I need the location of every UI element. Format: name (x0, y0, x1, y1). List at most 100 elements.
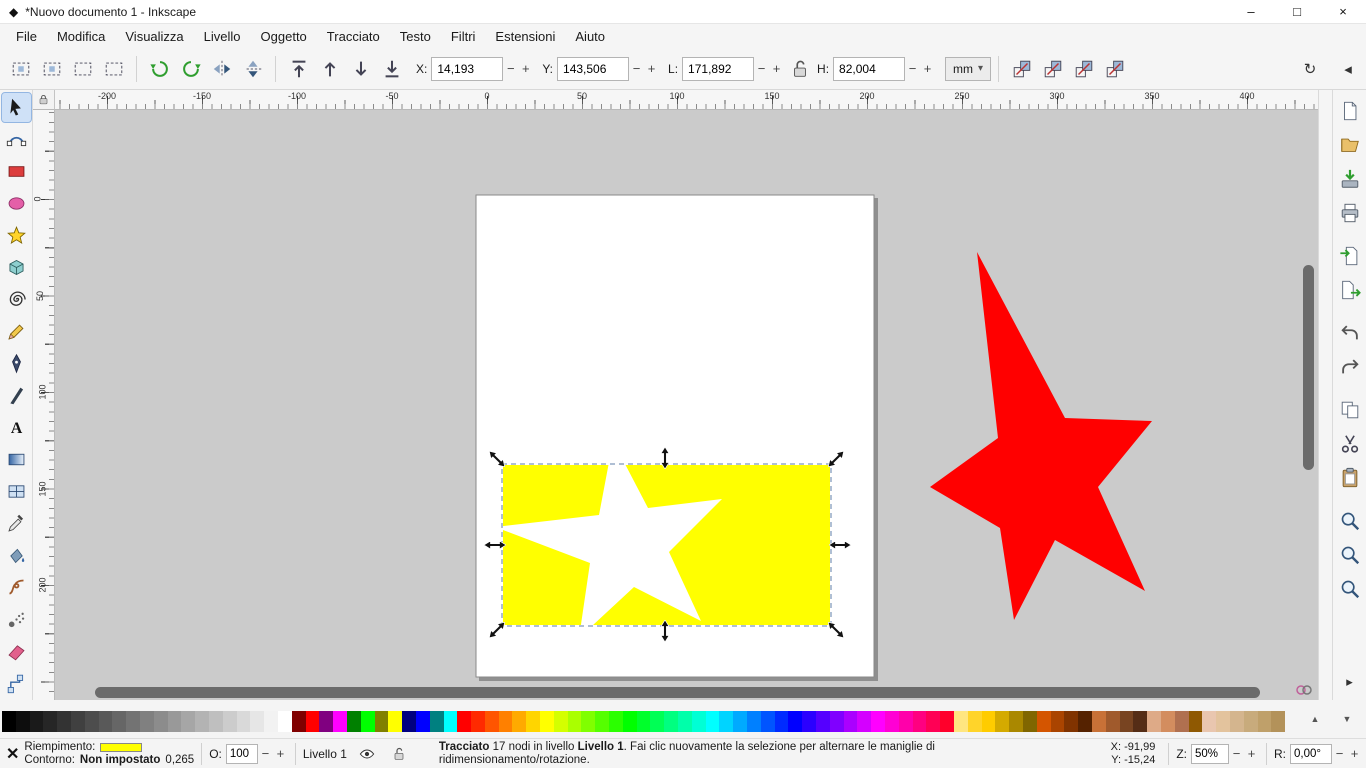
palette-swatch[interactable] (126, 711, 140, 732)
palette-swatch[interactable] (471, 711, 485, 732)
selection-mode-button[interactable] (98, 53, 129, 84)
vertical-ruler[interactable]: 050100150200 (33, 110, 55, 700)
close-button[interactable]: × (1320, 0, 1366, 23)
palette-swatch[interactable] (237, 711, 251, 732)
pen-tool-button[interactable] (2, 349, 31, 378)
document-new-button[interactable] (1336, 97, 1364, 125)
palette-swatch[interactable] (278, 711, 292, 732)
width-plus-button[interactable]: + (769, 61, 784, 76)
palette-swatch[interactable] (540, 711, 554, 732)
palette-swatch[interactable] (568, 711, 582, 732)
fill-stroke-indicator[interactable]: Riempimento: Contorno: Non impostato 0,2… (24, 741, 194, 767)
horizontal-ruler[interactable]: -200-150-100-50050100150200250300350400 (55, 90, 1318, 110)
opacity-input[interactable] (226, 744, 258, 764)
unit-dropdown[interactable]: mm ▾ (945, 57, 991, 81)
calligraphy-tool-button[interactable] (2, 381, 31, 410)
vertical-scrollbar[interactable] (1302, 110, 1316, 676)
palette-swatch[interactable] (926, 711, 940, 732)
palette-swatch[interactable] (154, 711, 168, 732)
palette-swatch[interactable] (899, 711, 913, 732)
tweak-tool-button[interactable] (2, 573, 31, 602)
text-tool-button[interactable] (2, 413, 31, 442)
palette-swatch[interactable] (1120, 711, 1134, 732)
y-input[interactable] (557, 57, 629, 81)
gradient-tool-button[interactable] (2, 445, 31, 474)
rect-tool-button[interactable] (2, 157, 31, 186)
palette-swatch[interactable] (195, 711, 209, 732)
palette-swatch[interactable] (609, 711, 623, 732)
minimize-button[interactable]: – (1228, 0, 1274, 23)
palette-swatch[interactable] (1092, 711, 1106, 732)
palette-swatch[interactable] (526, 711, 540, 732)
palette-swatch[interactable] (1189, 711, 1203, 732)
palette-swatch[interactable] (181, 711, 195, 732)
palette-swatch[interactable] (43, 711, 57, 732)
vertical-scrollbar-thumb[interactable] (1303, 265, 1314, 470)
palette-swatch[interactable] (1161, 711, 1175, 732)
palette-swatch[interactable] (1064, 711, 1078, 732)
menu-file[interactable]: File (6, 26, 47, 47)
layer-selector[interactable]: Livello 1 (303, 747, 347, 761)
stroke-none-indicator[interactable]: ✕ (6, 744, 19, 764)
palette-swatch[interactable] (333, 711, 347, 732)
palette-swatch[interactable] (30, 711, 44, 732)
document-save-button[interactable] (1336, 165, 1364, 193)
palette-swatch[interactable] (802, 711, 816, 732)
select-all-button[interactable] (5, 53, 36, 84)
palette-swatch[interactable] (347, 711, 361, 732)
palette-swatch[interactable] (2, 711, 16, 732)
palette-swatch[interactable] (816, 711, 830, 732)
dropper-tool-button[interactable] (2, 509, 31, 538)
print-button[interactable] (1336, 199, 1364, 227)
rotation-minus-button[interactable]: − (1332, 746, 1347, 761)
palette-swatch[interactable] (264, 711, 278, 732)
palette-swatch[interactable] (1037, 711, 1051, 732)
palette-swatch[interactable] (788, 711, 802, 732)
palette-swatch[interactable] (457, 711, 471, 732)
palette-swatch[interactable] (444, 711, 458, 732)
palette-swatch[interactable] (775, 711, 789, 732)
palette-swatch[interactable] (1258, 711, 1272, 732)
palette-swatch[interactable] (499, 711, 513, 732)
palette-swatch[interactable] (1216, 711, 1230, 732)
palette-swatch[interactable] (1078, 711, 1092, 732)
flip-vertical-button[interactable] (237, 53, 268, 84)
menu-oggetto[interactable]: Oggetto (251, 26, 317, 47)
palette-swatch[interactable] (761, 711, 775, 732)
rotation-plus-button[interactable]: + (1347, 746, 1362, 761)
x-minus-button[interactable]: − (503, 61, 518, 76)
palette-swatch[interactable] (306, 711, 320, 732)
palette-swatch[interactable] (209, 711, 223, 732)
palette-swatch[interactable] (844, 711, 858, 732)
folder-open-button[interactable] (1336, 131, 1364, 159)
palette-swatch[interactable] (968, 711, 982, 732)
fill-color-swatch[interactable] (100, 743, 142, 752)
palette-swatch[interactable] (913, 711, 927, 732)
palette-swatch[interactable] (1271, 711, 1285, 732)
y-minus-button[interactable]: − (629, 61, 644, 76)
deselect-button[interactable] (67, 53, 98, 84)
zoom-minus-button[interactable]: − (1229, 746, 1244, 761)
scale-stroke-button[interactable] (1006, 53, 1037, 84)
palette-scroll-down-button[interactable]: ▼ (1338, 714, 1356, 724)
y-plus-button[interactable]: + (644, 61, 659, 76)
palette-swatch[interactable] (595, 711, 609, 732)
palette-swatch[interactable] (581, 711, 595, 732)
palette-swatch[interactable] (650, 711, 664, 732)
palette-swatch[interactable] (250, 711, 264, 732)
palette-swatch[interactable] (416, 711, 430, 732)
lock-ratio-button[interactable] (784, 53, 815, 84)
palette-swatch[interactable] (16, 711, 30, 732)
layer-visibility-toggle[interactable] (355, 743, 379, 765)
palette-swatch[interactable] (319, 711, 333, 732)
rotate-ccw-button[interactable] (144, 53, 175, 84)
width-minus-button[interactable]: − (754, 61, 769, 76)
palette-swatch[interactable] (57, 711, 71, 732)
menu-tracciato[interactable]: Tracciato (317, 26, 390, 47)
palette-swatch[interactable] (1051, 711, 1065, 732)
selected-object[interactable] (495, 441, 830, 638)
menu-visualizza[interactable]: Visualizza (115, 26, 193, 47)
ellipse-tool-button[interactable] (2, 189, 31, 218)
zoom-drawing-button[interactable] (1336, 541, 1364, 569)
menu-filtri[interactable]: Filtri (441, 26, 486, 47)
